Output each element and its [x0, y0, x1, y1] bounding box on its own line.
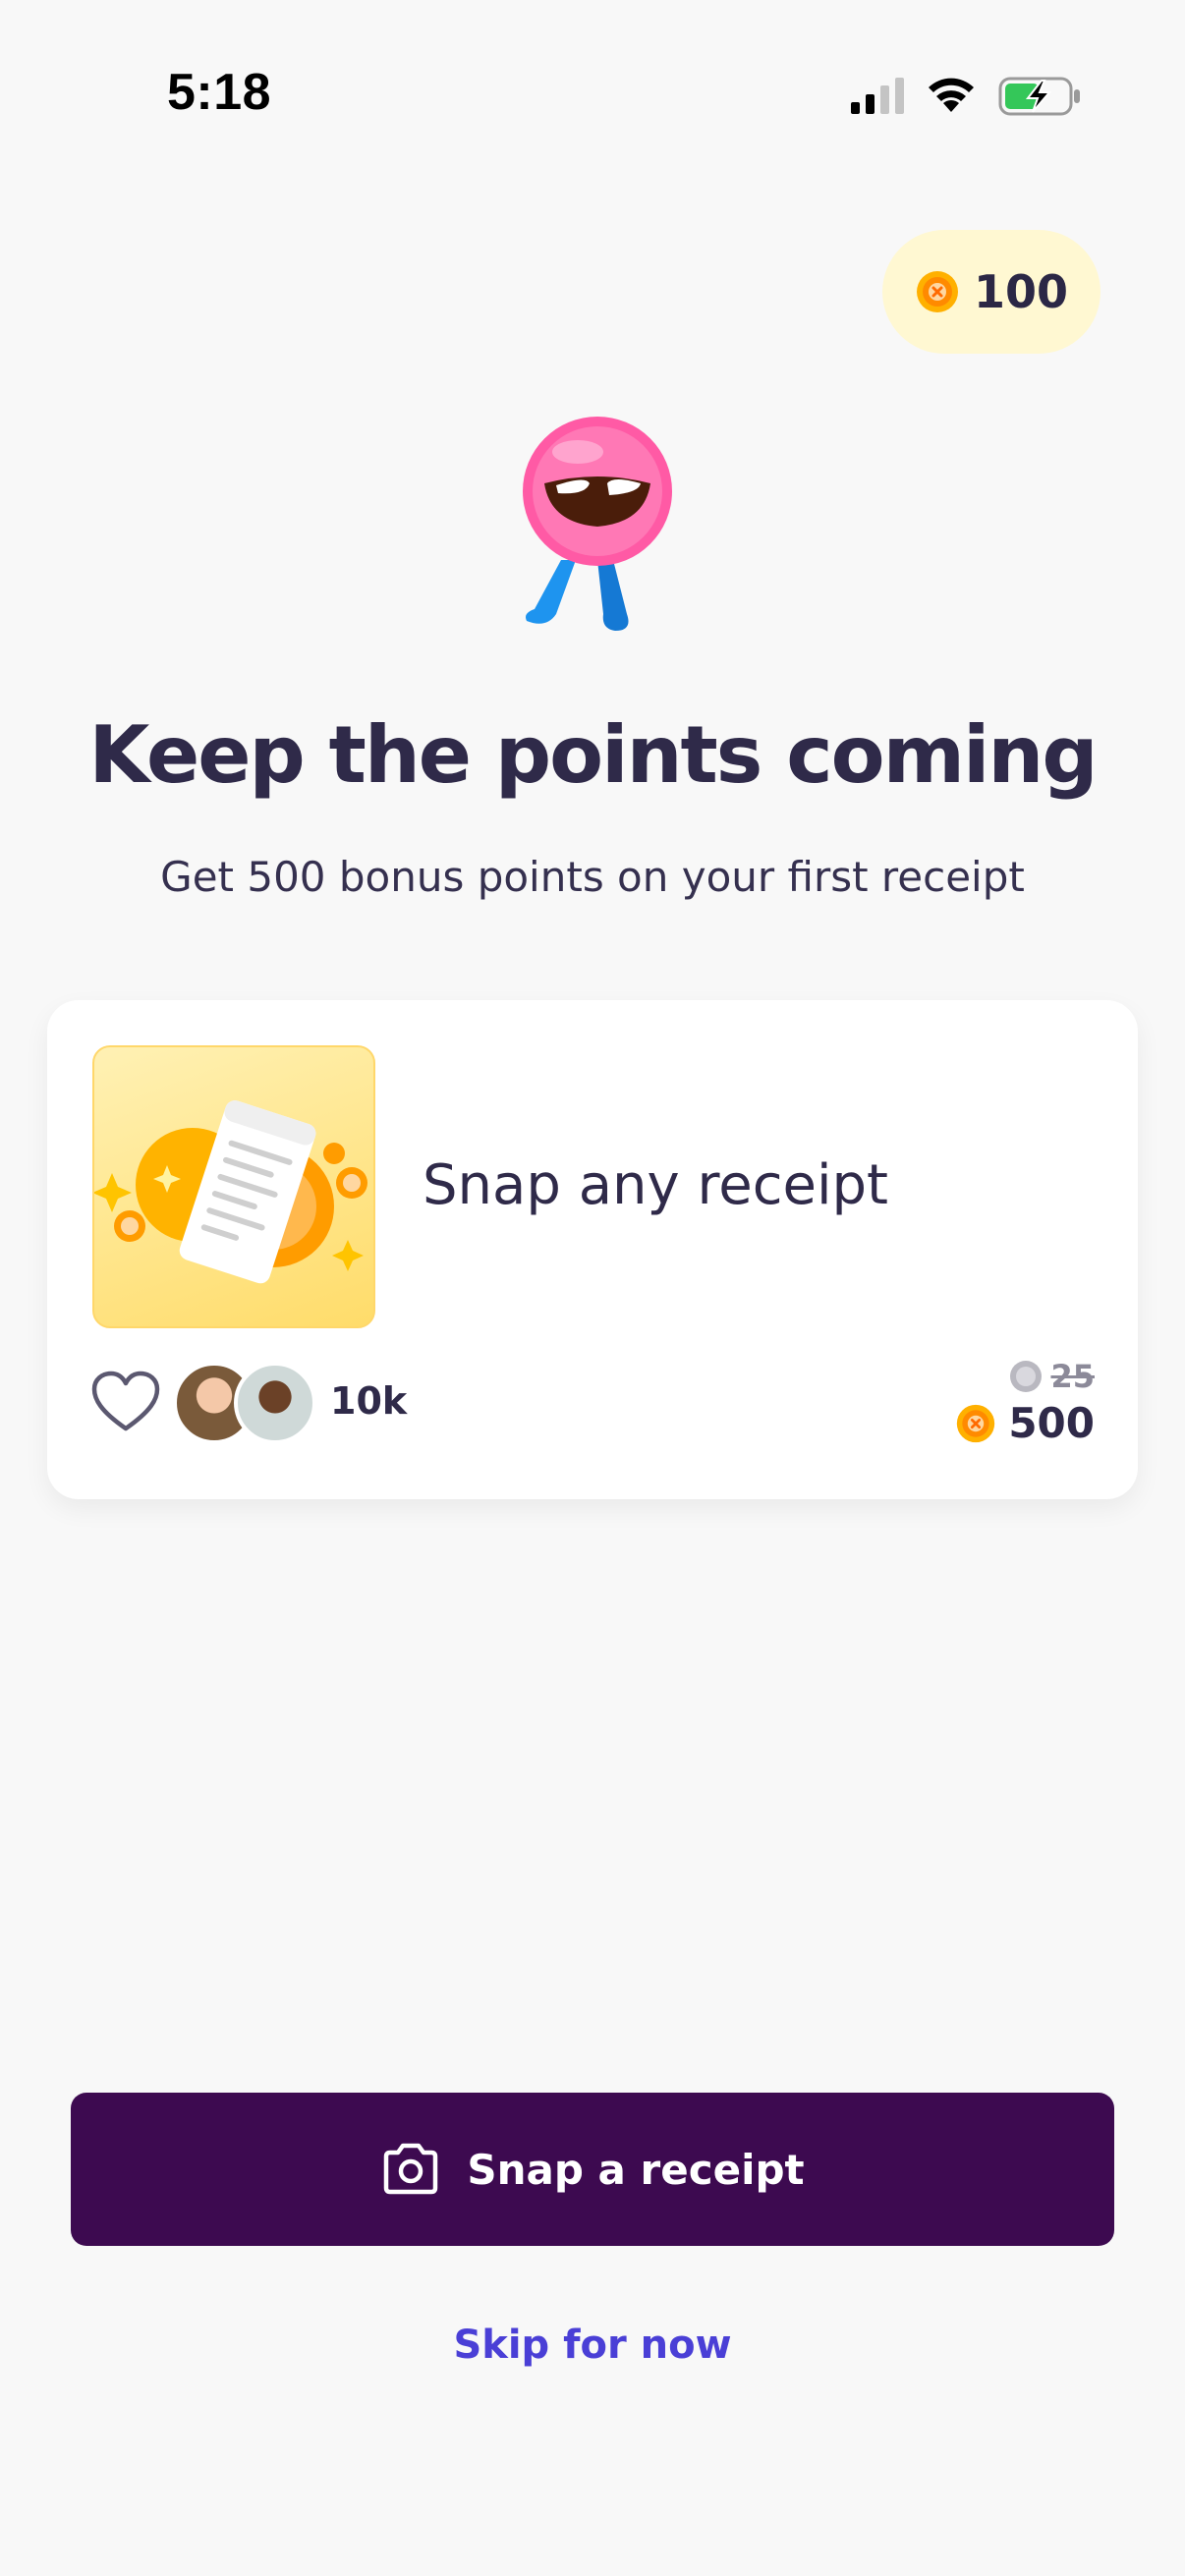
skip-for-now-link[interactable]: Skip for now	[0, 2323, 1185, 2368]
points-balance-value: 100	[973, 265, 1069, 318]
wifi-icon	[929, 78, 974, 112]
points-balance-pill[interactable]: 100	[882, 230, 1100, 354]
old-points: 25	[1009, 1358, 1095, 1395]
new-points: 500	[955, 1399, 1095, 1447]
avatar	[234, 1362, 316, 1444]
page-title: Keep the points coming	[88, 709, 1098, 801]
heart-icon[interactable]	[90, 1370, 161, 1434]
receipt-coins-illustration	[92, 1045, 375, 1328]
avatar-stack	[173, 1362, 320, 1444]
coin-grey-icon	[1010, 1361, 1043, 1392]
snap-receipt-button[interactable]: Snap a receipt	[71, 2093, 1114, 2246]
status-time: 5:18	[167, 64, 272, 121]
battery-charging-icon	[998, 77, 1080, 116]
page-subtitle: Get 500 bonus points on your first recei…	[160, 853, 1025, 901]
receipt-illustration-icon	[94, 1100, 367, 1284]
offer-card[interactable]: Snap any receipt 10k 25 500	[47, 1000, 1138, 1499]
coin-icon	[957, 1404, 995, 1442]
cellular-signal-icon	[851, 78, 904, 114]
likes-count: 10k	[330, 1379, 408, 1423]
pink-mascot-icon	[523, 417, 672, 631]
coin-icon	[916, 271, 958, 312]
old-points-value: 25	[1050, 1358, 1095, 1395]
status-bar: 5:18	[0, 0, 1185, 187]
snap-receipt-label: Snap a receipt	[467, 2145, 805, 2194]
camera-icon	[384, 2143, 438, 2195]
new-points-value: 500	[1008, 1399, 1095, 1447]
offer-title: Snap any receipt	[423, 1153, 889, 1217]
